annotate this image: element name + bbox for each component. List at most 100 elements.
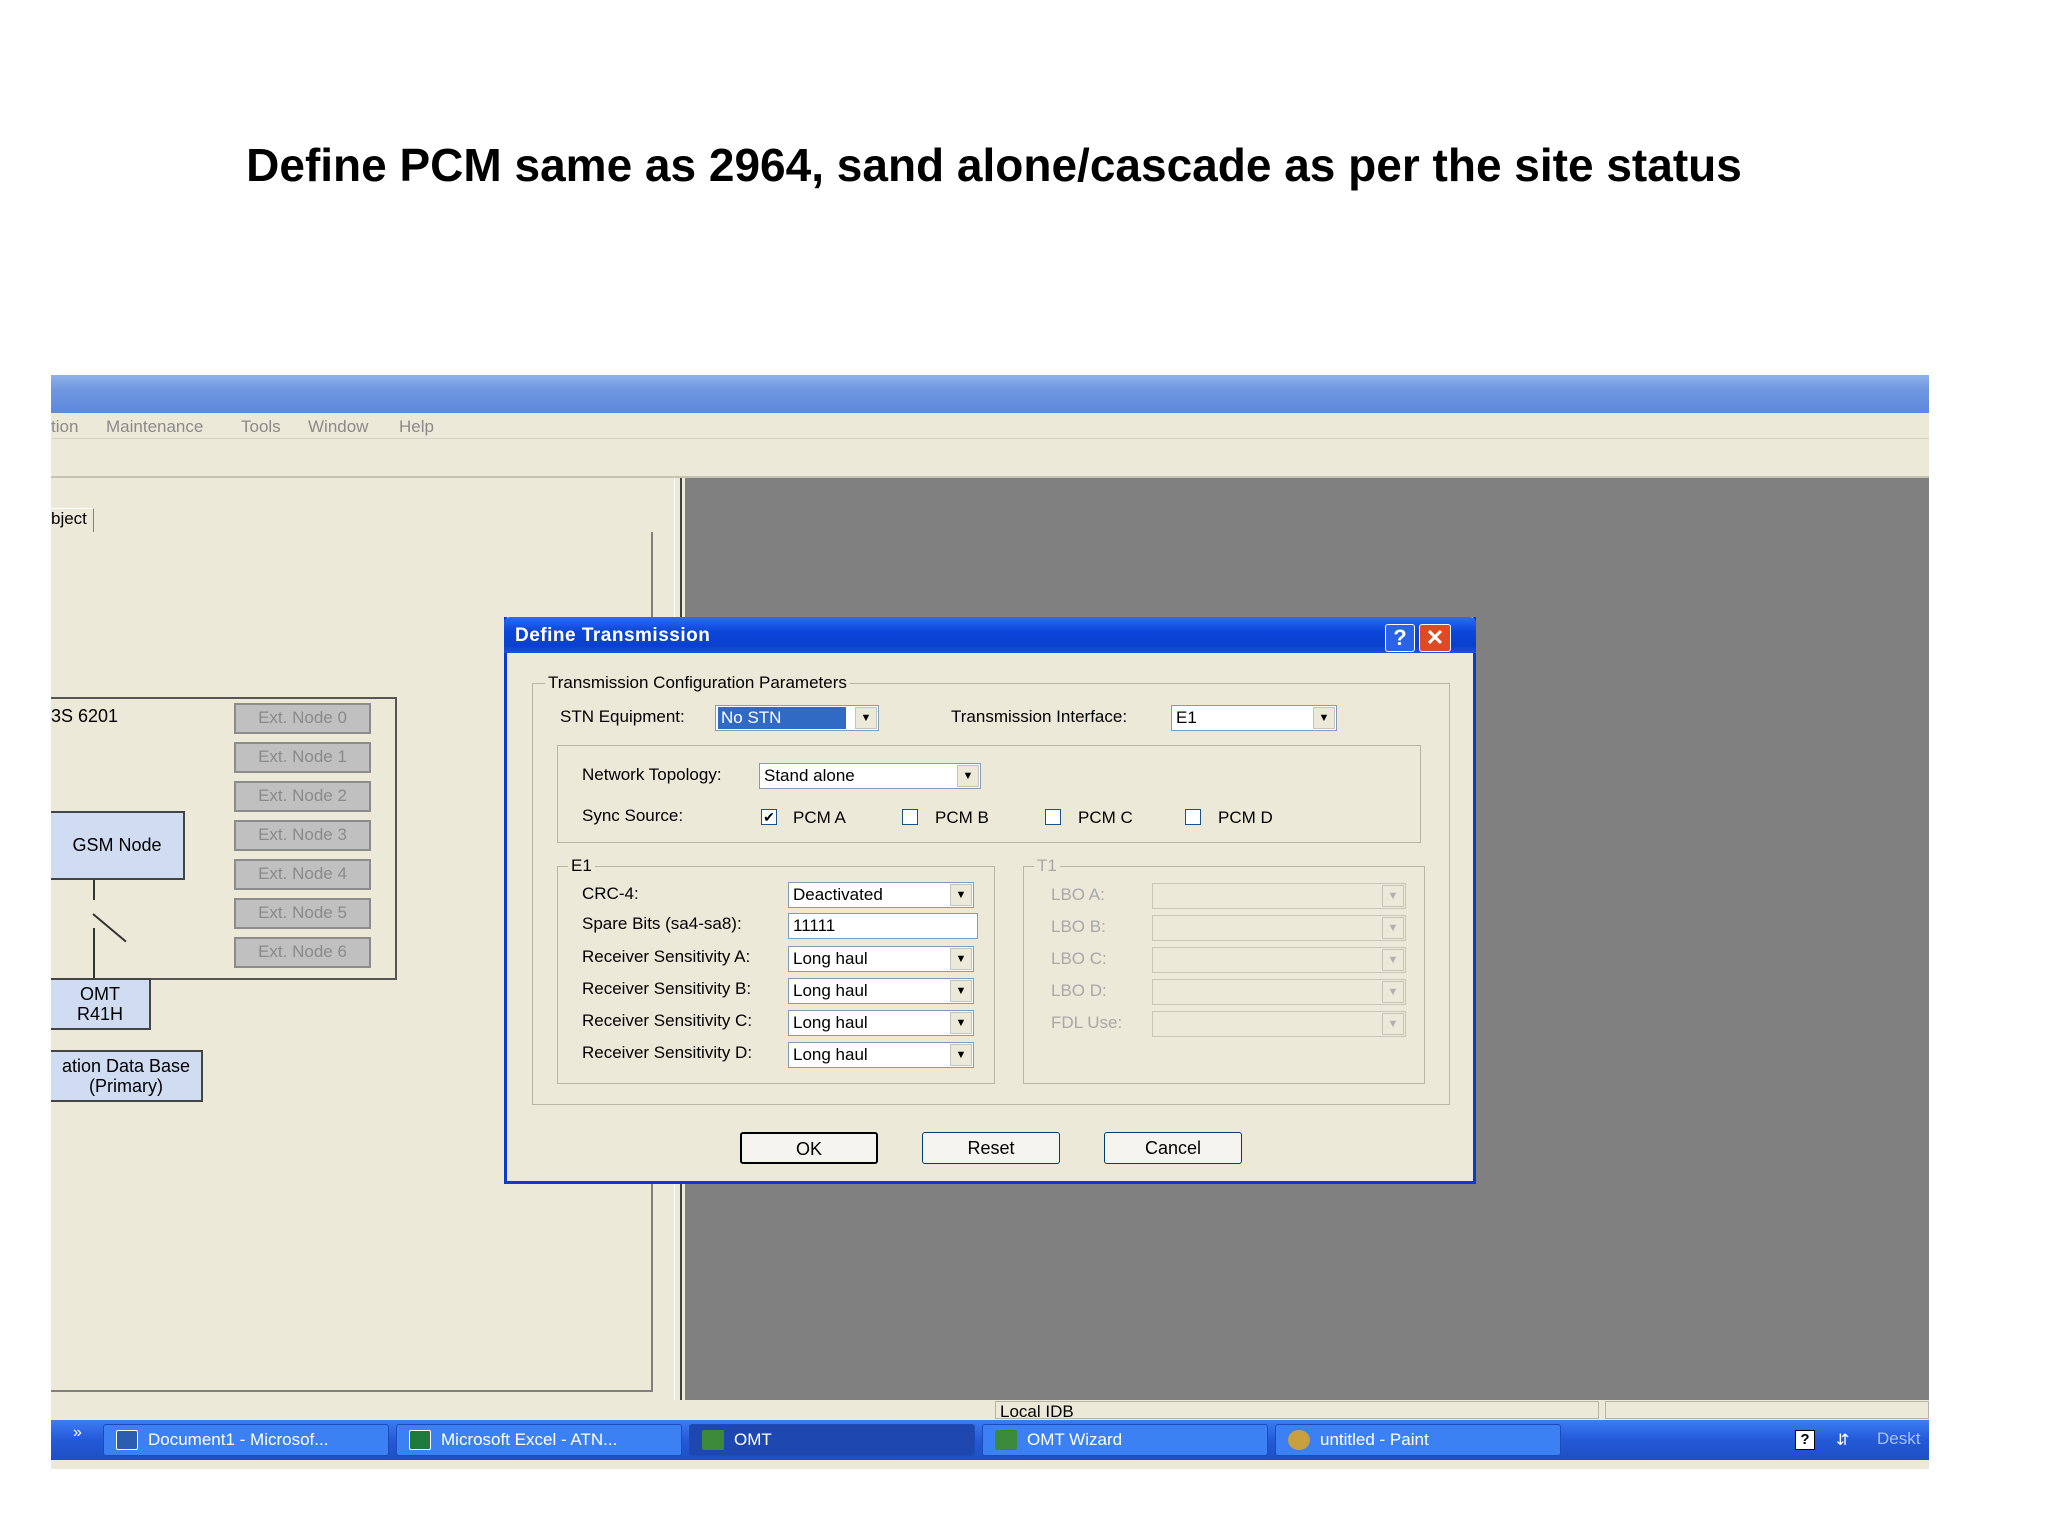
- sync-pcm-d-checkbox[interactable]: [1185, 809, 1201, 825]
- taskbar-item-label: Microsoft Excel - ATN...: [441, 1430, 618, 1449]
- ext-node-6[interactable]: Ext. Node 6: [234, 937, 371, 968]
- ext-node-2[interactable]: Ext. Node 2: [234, 781, 371, 812]
- transmission-config-legend: Transmission Configuration Parameters: [545, 673, 850, 693]
- lbo-b-label: LBO B:: [1051, 917, 1106, 936]
- omt-node[interactable]: OMT R41H: [51, 978, 151, 1030]
- taskbar-item-label: OMT: [734, 1430, 772, 1449]
- transmission-interface-select[interactable]: E1 ▼: [1171, 705, 1337, 731]
- menu-item-operation[interactable]: tion: [51, 417, 78, 437]
- tray-help-icon[interactable]: ?: [1795, 1430, 1815, 1450]
- taskbar-item-word[interactable]: Document1 - Microsof...: [103, 1424, 389, 1456]
- chevron-down-icon[interactable]: ▼: [957, 765, 979, 787]
- sync-pcm-b-label: PCM B: [935, 808, 989, 827]
- ext-node-1[interactable]: Ext. Node 1: [234, 742, 371, 773]
- status-idb: Local IDB: [995, 1401, 1599, 1421]
- chevron-down-icon[interactable]: ▼: [1313, 707, 1335, 729]
- menu-item-window[interactable]: Window: [308, 417, 368, 437]
- tray-desktop-label[interactable]: Deskt: [1877, 1429, 1920, 1449]
- tray-network-icon[interactable]: ⇵: [1836, 1430, 1856, 1450]
- bts-label: 3S 6201: [51, 706, 119, 726]
- taskbar-item-label: OMT Wizard: [1027, 1430, 1123, 1449]
- menu-item-tools[interactable]: Tools: [241, 417, 281, 437]
- toolbar: [51, 439, 1929, 478]
- chevron-down-icon[interactable]: ▼: [855, 707, 877, 729]
- taskbar-item-paint[interactable]: untitled - Paint: [1275, 1424, 1561, 1456]
- rx-sensitivity-a-label: Receiver Sensitivity A:: [582, 947, 751, 966]
- define-transmission-dialog: Define Transmission ? ✕ Transmission Con…: [504, 617, 1476, 1184]
- sync-pcm-c-checkbox[interactable]: [1045, 809, 1061, 825]
- taskbar-item-omt[interactable]: OMT: [689, 1424, 975, 1456]
- rx-sensitivity-b-select[interactable]: Long haul ▼: [788, 978, 974, 1004]
- transmission-interface-label: Transmission Interface:: [951, 707, 1128, 726]
- tab-object[interactable]: bject: [51, 508, 94, 532]
- menu-item-help[interactable]: Help: [399, 417, 434, 437]
- taskbar-chevron[interactable]: »: [73, 1424, 82, 1442]
- ext-node-5[interactable]: Ext. Node 5: [234, 898, 371, 929]
- taskbar: » Document1 - Microsof... Microsoft Exce…: [51, 1420, 1929, 1460]
- chevron-down-icon: ▼: [1382, 885, 1404, 907]
- network-topology-label: Network Topology:: [582, 765, 722, 784]
- excel-icon: [409, 1430, 431, 1450]
- topology-group: [557, 745, 1421, 843]
- stn-equipment-select[interactable]: No STN ▼: [715, 705, 879, 731]
- rx-sensitivity-a-select[interactable]: Long haul ▼: [788, 946, 974, 972]
- omt-wizard-icon: [995, 1430, 1017, 1450]
- network-topology-value: Stand alone: [764, 766, 855, 785]
- chevron-down-icon[interactable]: ▼: [950, 948, 972, 970]
- taskbar-item-label: untitled - Paint: [1320, 1430, 1429, 1449]
- sync-pcm-a-label: PCM A: [793, 808, 846, 827]
- chevron-down-icon[interactable]: ▼: [950, 1012, 972, 1034]
- crc4-label: CRC-4:: [582, 884, 639, 903]
- crc4-value: Deactivated: [793, 885, 883, 904]
- reset-button[interactable]: Reset: [922, 1132, 1060, 1164]
- chevron-down-icon[interactable]: ▼: [950, 884, 972, 906]
- sync-pcm-a-checkbox[interactable]: ✔: [761, 809, 777, 825]
- database-node[interactable]: ation Data Base (Primary): [51, 1050, 203, 1102]
- lbo-d-label: LBO D:: [1051, 981, 1107, 1000]
- fdl-use-select: ▼: [1152, 1011, 1406, 1037]
- lbo-c-select: ▼: [1152, 947, 1406, 973]
- connector-line-2: [93, 928, 95, 978]
- sync-source-label: Sync Source:: [582, 806, 684, 825]
- t1-legend: T1: [1034, 856, 1060, 876]
- rx-sensitivity-c-label: Receiver Sensitivity C:: [582, 1011, 753, 1030]
- lbo-a-select: ▼: [1152, 883, 1406, 909]
- rx-sensitivity-d-value: Long haul: [793, 1045, 868, 1064]
- ext-node-0[interactable]: Ext. Node 0: [234, 703, 371, 734]
- stn-equipment-label: STN Equipment:: [560, 707, 685, 726]
- network-topology-select[interactable]: Stand alone ▼: [759, 763, 981, 789]
- chevron-down-icon[interactable]: ▼: [950, 980, 972, 1002]
- close-button[interactable]: ✕: [1419, 624, 1451, 652]
- sync-pcm-d-label: PCM D: [1218, 808, 1273, 827]
- rx-sensitivity-b-label: Receiver Sensitivity B:: [582, 979, 752, 998]
- e1-legend: E1: [568, 856, 595, 876]
- cancel-button[interactable]: Cancel: [1104, 1132, 1242, 1164]
- dialog-titlebar[interactable]: Define Transmission ? ✕: [504, 617, 1476, 653]
- rx-sensitivity-d-select[interactable]: Long haul ▼: [788, 1042, 974, 1068]
- spare-bits-label: Spare Bits (sa4-sa8):: [582, 914, 742, 933]
- omt-node-line2: R41H: [76, 1004, 124, 1024]
- ext-node-3[interactable]: Ext. Node 3: [234, 820, 371, 851]
- fdl-use-label: FDL Use:: [1051, 1013, 1123, 1032]
- taskbar-item-omt-wizard[interactable]: OMT Wizard: [982, 1424, 1268, 1456]
- chevron-down-icon: ▼: [1382, 1013, 1404, 1035]
- ext-node-4[interactable]: Ext. Node 4: [234, 859, 371, 890]
- gsm-node[interactable]: GSM Node: [51, 811, 185, 880]
- spare-bits-input[interactable]: 11111: [788, 913, 978, 939]
- ok-button[interactable]: OK: [740, 1132, 878, 1164]
- sync-pcm-b-checkbox[interactable]: [902, 809, 918, 825]
- lbo-b-select: ▼: [1152, 915, 1406, 941]
- stn-equipment-value: No STN: [718, 707, 846, 729]
- omt-node-line1: OMT: [80, 984, 120, 1004]
- lbo-a-label: LBO A:: [1051, 885, 1105, 904]
- slide-title: Define PCM same as 2964, sand alone/casc…: [246, 139, 1742, 191]
- taskbar-item-excel[interactable]: Microsoft Excel - ATN...: [396, 1424, 682, 1456]
- crc4-select[interactable]: Deactivated ▼: [788, 882, 974, 908]
- rx-sensitivity-c-select[interactable]: Long haul ▼: [788, 1010, 974, 1036]
- menu-item-maintenance[interactable]: Maintenance: [106, 417, 203, 437]
- sync-pcm-c-label: PCM C: [1078, 808, 1133, 827]
- connector-line: [93, 880, 95, 900]
- chevron-down-icon[interactable]: ▼: [950, 1044, 972, 1066]
- help-button[interactable]: ?: [1385, 624, 1415, 652]
- menu-bar: tion Maintenance Tools Window Help: [51, 413, 1929, 439]
